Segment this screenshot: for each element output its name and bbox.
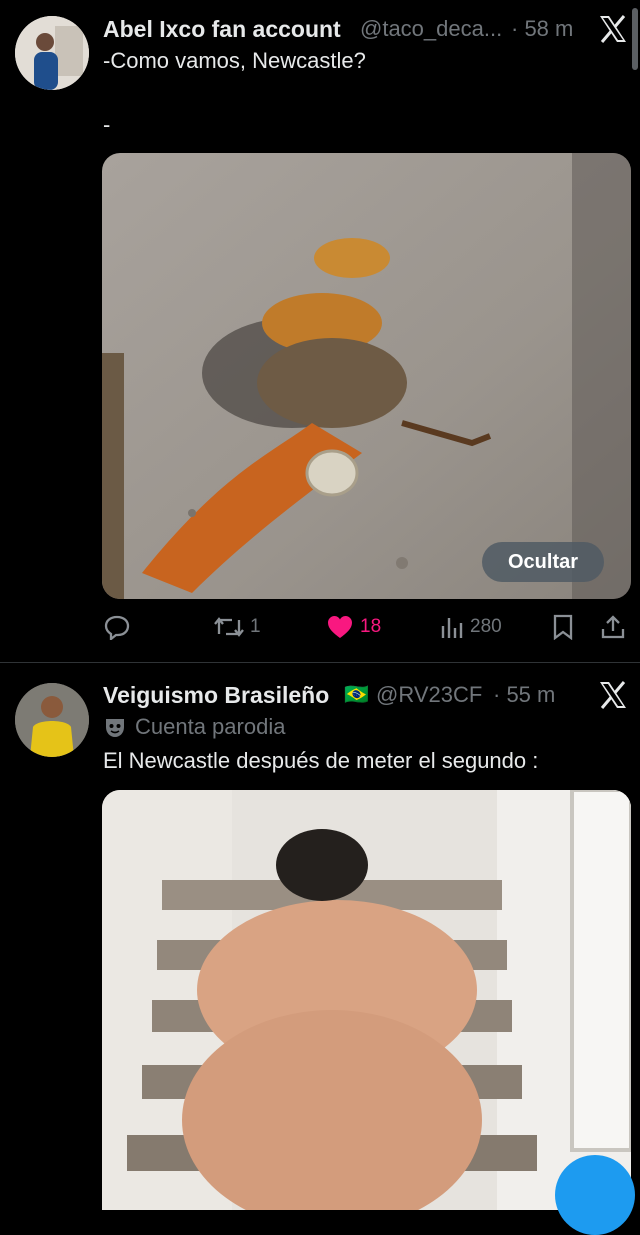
parody-label: Cuenta parodia	[135, 714, 286, 739]
author-name[interactable]: Veiguismo Brasileño	[103, 682, 329, 709]
tweet-text-line1: -Como vamos, Newcastle?	[103, 48, 366, 73]
parody-mask-icon	[103, 716, 127, 745]
share-button[interactable]	[600, 614, 626, 645]
x-logo-icon[interactable]	[597, 14, 629, 44]
stairs-photo	[102, 790, 631, 1210]
tweet-time[interactable]: · 58 m	[511, 16, 573, 42]
avatar-image	[15, 683, 89, 757]
like-button[interactable]: 18	[326, 614, 381, 640]
retweet-count: 1	[250, 616, 261, 637]
retweet-icon	[214, 617, 244, 637]
x-logo-icon[interactable]	[597, 680, 629, 710]
author-handle[interactable]: @RV23CF	[376, 682, 482, 708]
tweet-text-line1: El Newcastle después de meter el segundo…	[103, 748, 539, 773]
heart-icon	[328, 616, 352, 638]
tweet-1[interactable]: Abel Ixco fan account @taco_deca... · 58…	[0, 0, 640, 662]
author-handle[interactable]: @taco_deca...	[360, 16, 502, 42]
tweet-time[interactable]: · 55 m	[493, 682, 555, 708]
reply-button[interactable]	[104, 614, 136, 640]
views-button[interactable]: 280	[440, 614, 502, 640]
tweet-media[interactable]	[102, 153, 631, 599]
author-name[interactable]: Abel Ixco fan account	[103, 16, 341, 43]
avatar[interactable]	[15, 683, 89, 757]
tweet-2[interactable]: Veiguismo Brasileño 🇧🇷 @RV23CF · 55 m Cu…	[0, 663, 640, 1235]
view-count: 280	[470, 616, 502, 637]
flag-emoji: 🇧🇷	[344, 684, 369, 706]
squirrel-photo	[102, 153, 631, 599]
avatar-image	[15, 16, 89, 90]
like-count: 18	[360, 616, 382, 637]
avatar[interactable]	[15, 16, 89, 90]
retweet-button[interactable]: 1	[214, 614, 261, 640]
hide-button[interactable]: Ocultar	[482, 542, 605, 582]
tweet-text-line2: -	[103, 112, 111, 137]
compose-fab[interactable]	[555, 1155, 635, 1235]
bookmark-icon	[553, 614, 573, 641]
tweet-media[interactable]	[102, 790, 631, 1210]
share-icon	[601, 615, 625, 639]
reply-icon	[104, 615, 130, 640]
bookmark-button[interactable]	[551, 614, 575, 645]
views-icon	[441, 618, 463, 638]
